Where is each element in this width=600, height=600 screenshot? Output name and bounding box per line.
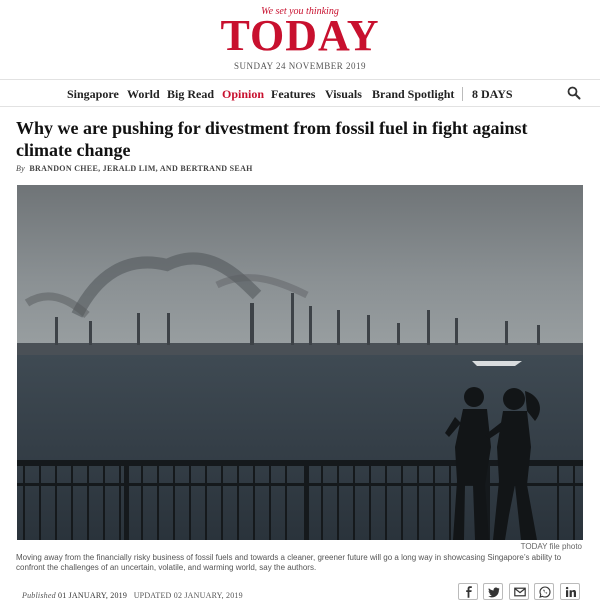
- byline-authors[interactable]: BRANDON CHEE, JERALD LIM, AND BERTRAND S…: [29, 164, 252, 173]
- nav-item-opinion[interactable]: Opinion: [222, 87, 264, 102]
- date-line: SUNDAY 24 NOVEMBER 2019: [233, 61, 367, 71]
- published-label: Published: [22, 591, 56, 600]
- nav-item-visuals[interactable]: Visuals: [325, 87, 362, 102]
- updated-label: UPDATED: [133, 591, 172, 600]
- share-whatsapp-button[interactable]: [534, 583, 554, 600]
- search-icon[interactable]: [567, 86, 581, 100]
- today-logo[interactable]: TODAY: [0, 11, 600, 61]
- nav-item-world[interactable]: World: [127, 87, 160, 102]
- nav-divider: [462, 87, 463, 101]
- byline-prefix: By: [16, 164, 26, 173]
- share-facebook-button[interactable]: [458, 583, 478, 600]
- main-nav: Singapore World Big Read Opinion Feature…: [0, 79, 600, 107]
- masthead: We set you thinking TODAY SUNDAY 24 NOVE…: [0, 0, 600, 80]
- article-headline: Why we are pushing for divestment from f…: [16, 118, 528, 160]
- share-linkedin-button[interactable]: [560, 583, 580, 600]
- nav-item-big-read[interactable]: Big Read: [167, 87, 214, 102]
- publish-meta: Published 01 JANUARY, 2019 UPDATED 02 JA…: [22, 591, 243, 600]
- facebook-icon: [466, 586, 472, 598]
- email-icon: [514, 587, 526, 597]
- published-date: 01 JANUARY, 2019: [58, 591, 128, 600]
- nav-item-brand-spotlight[interactable]: Brand Spotlight: [372, 87, 454, 102]
- photo-caption: Moving away from the financially risky b…: [16, 553, 562, 572]
- updated-date: 02 JANUARY, 2019: [173, 591, 243, 600]
- lead-photo: [17, 185, 583, 540]
- twitter-icon: [488, 587, 500, 598]
- nav-item-8-days[interactable]: 8 DAYS: [472, 87, 513, 102]
- nav-item-features[interactable]: Features: [271, 87, 315, 102]
- share-email-button[interactable]: [509, 583, 529, 600]
- share-twitter-button[interactable]: [483, 583, 503, 600]
- whatsapp-icon: [539, 586, 551, 598]
- nav-item-singapore[interactable]: Singapore: [67, 87, 119, 102]
- byline: By BRANDON CHEE, JERALD LIM, AND BERTRAN…: [16, 164, 253, 173]
- photo-credit: TODAY file photo: [520, 542, 582, 551]
- linkedin-icon: [565, 586, 576, 597]
